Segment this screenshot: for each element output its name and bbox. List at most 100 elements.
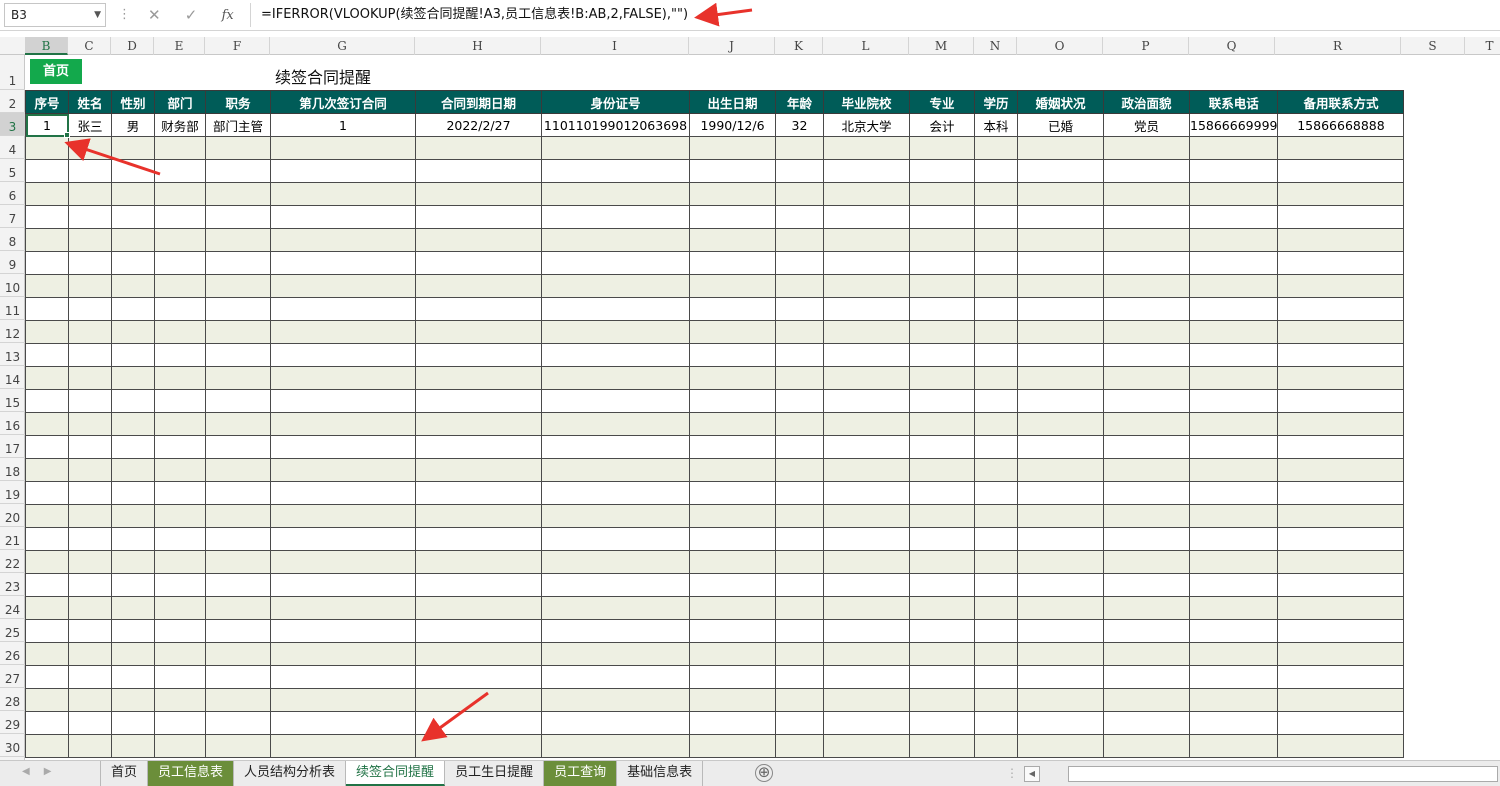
column-title[interactable]: 政治面貌 (1103, 90, 1190, 114)
table-cell[interactable] (270, 711, 416, 735)
table-cell[interactable] (415, 619, 542, 643)
column-title[interactable]: 联系电话 (1188, 90, 1279, 114)
table-cell[interactable] (154, 343, 206, 367)
table-cell[interactable] (1188, 251, 1279, 275)
table-cell[interactable] (1277, 550, 1405, 574)
table-cell[interactable] (909, 251, 975, 275)
table-cell[interactable] (1277, 665, 1405, 689)
table-cell[interactable] (154, 573, 206, 597)
table-cell[interactable] (909, 297, 975, 321)
table-cell[interactable] (541, 251, 690, 275)
table-cell[interactable]: 2022/2/27 (415, 113, 542, 137)
table-cell[interactable] (689, 274, 776, 298)
table-cell[interactable] (1103, 619, 1190, 643)
table-cell[interactable] (1103, 205, 1190, 229)
table-cell[interactable] (823, 182, 910, 206)
sheet-tab[interactable]: 基础信息表 (617, 761, 704, 786)
table-cell[interactable] (1188, 389, 1279, 413)
table-cell[interactable] (1017, 205, 1104, 229)
table-cell[interactable] (689, 389, 776, 413)
table-cell[interactable] (270, 205, 416, 229)
table-cell[interactable] (909, 596, 975, 620)
table-cell[interactable] (775, 205, 824, 229)
column-title[interactable]: 毕业院校 (823, 90, 910, 114)
table-cell[interactable] (415, 688, 542, 712)
table-cell[interactable] (111, 481, 155, 505)
column-header-f[interactable]: F (205, 37, 270, 55)
table-cell[interactable] (1103, 136, 1190, 160)
table-cell[interactable] (68, 642, 112, 666)
table-cell[interactable] (909, 435, 975, 459)
column-title[interactable]: 姓名 (68, 90, 112, 114)
table-cell[interactable]: 财务部 (154, 113, 206, 137)
table-cell[interactable] (1188, 711, 1279, 735)
table-cell[interactable] (270, 734, 416, 758)
table-cell[interactable] (111, 297, 155, 321)
row-header-1[interactable]: 1 (0, 55, 25, 90)
table-cell[interactable] (909, 389, 975, 413)
table-cell[interactable] (823, 343, 910, 367)
table-cell[interactable] (1017, 320, 1104, 344)
formula-input[interactable]: =IFERROR(VLOOKUP(续签合同提醒!A3,员工信息表!B:AB,2,… (250, 3, 1498, 27)
column-title[interactable]: 部门 (154, 90, 206, 114)
table-cell[interactable] (1103, 320, 1190, 344)
table-cell[interactable] (25, 159, 69, 183)
table-cell[interactable] (775, 711, 824, 735)
table-cell[interactable] (68, 527, 112, 551)
table-cell[interactable] (111, 182, 155, 206)
table-cell[interactable] (1188, 458, 1279, 482)
table-cell[interactable] (689, 182, 776, 206)
table-cell[interactable] (1277, 458, 1405, 482)
table-cell[interactable] (154, 550, 206, 574)
table-cell[interactable] (1277, 159, 1405, 183)
table-cell[interactable] (154, 136, 206, 160)
table-cell[interactable] (1103, 159, 1190, 183)
table-cell[interactable] (1188, 688, 1279, 712)
row-header-5[interactable]: 5 (0, 159, 25, 182)
table-cell[interactable] (205, 573, 271, 597)
table-cell[interactable] (25, 205, 69, 229)
table-cell[interactable] (415, 642, 542, 666)
table-cell[interactable] (68, 734, 112, 758)
table-cell[interactable] (270, 573, 416, 597)
column-title[interactable]: 备用联系方式 (1277, 90, 1405, 114)
table-cell[interactable] (823, 688, 910, 712)
table-cell[interactable] (541, 389, 690, 413)
sheet-tab[interactable]: 员工生日提醒 (445, 761, 545, 786)
table-cell[interactable] (775, 596, 824, 620)
table-cell[interactable]: 15866669999 (1188, 113, 1279, 137)
column-header-b[interactable]: B (25, 37, 68, 55)
table-cell[interactable] (111, 159, 155, 183)
table-cell[interactable] (1103, 228, 1190, 252)
table-cell[interactable] (909, 205, 975, 229)
table-cell[interactable] (205, 504, 271, 528)
table-cell[interactable] (111, 573, 155, 597)
table-cell[interactable] (68, 619, 112, 643)
table-cell[interactable] (205, 734, 271, 758)
table-cell[interactable] (909, 711, 975, 735)
table-cell[interactable] (270, 596, 416, 620)
table-cell[interactable] (270, 136, 416, 160)
table-cell[interactable] (909, 182, 975, 206)
table-cell[interactable] (1277, 527, 1405, 551)
table-cell[interactable] (775, 228, 824, 252)
table-cell[interactable] (1103, 734, 1190, 758)
table-cell[interactable] (1017, 159, 1104, 183)
table-cell[interactable] (909, 527, 975, 551)
table-cell[interactable] (415, 458, 542, 482)
row-header-8[interactable]: 8 (0, 228, 25, 251)
table-cell[interactable] (205, 274, 271, 298)
cancel-icon[interactable]: ✕ (142, 6, 166, 24)
table-cell[interactable] (909, 228, 975, 252)
row-header-7[interactable]: 7 (0, 205, 25, 228)
table-cell[interactable] (775, 481, 824, 505)
table-cell[interactable] (1277, 711, 1405, 735)
table-cell[interactable] (823, 596, 910, 620)
table-cell[interactable] (541, 320, 690, 344)
table-cell[interactable] (541, 182, 690, 206)
table-cell[interactable] (1277, 251, 1405, 275)
table-cell[interactable] (111, 412, 155, 436)
table-cell[interactable] (205, 688, 271, 712)
table-cell[interactable] (270, 527, 416, 551)
table-cell[interactable] (25, 527, 69, 551)
